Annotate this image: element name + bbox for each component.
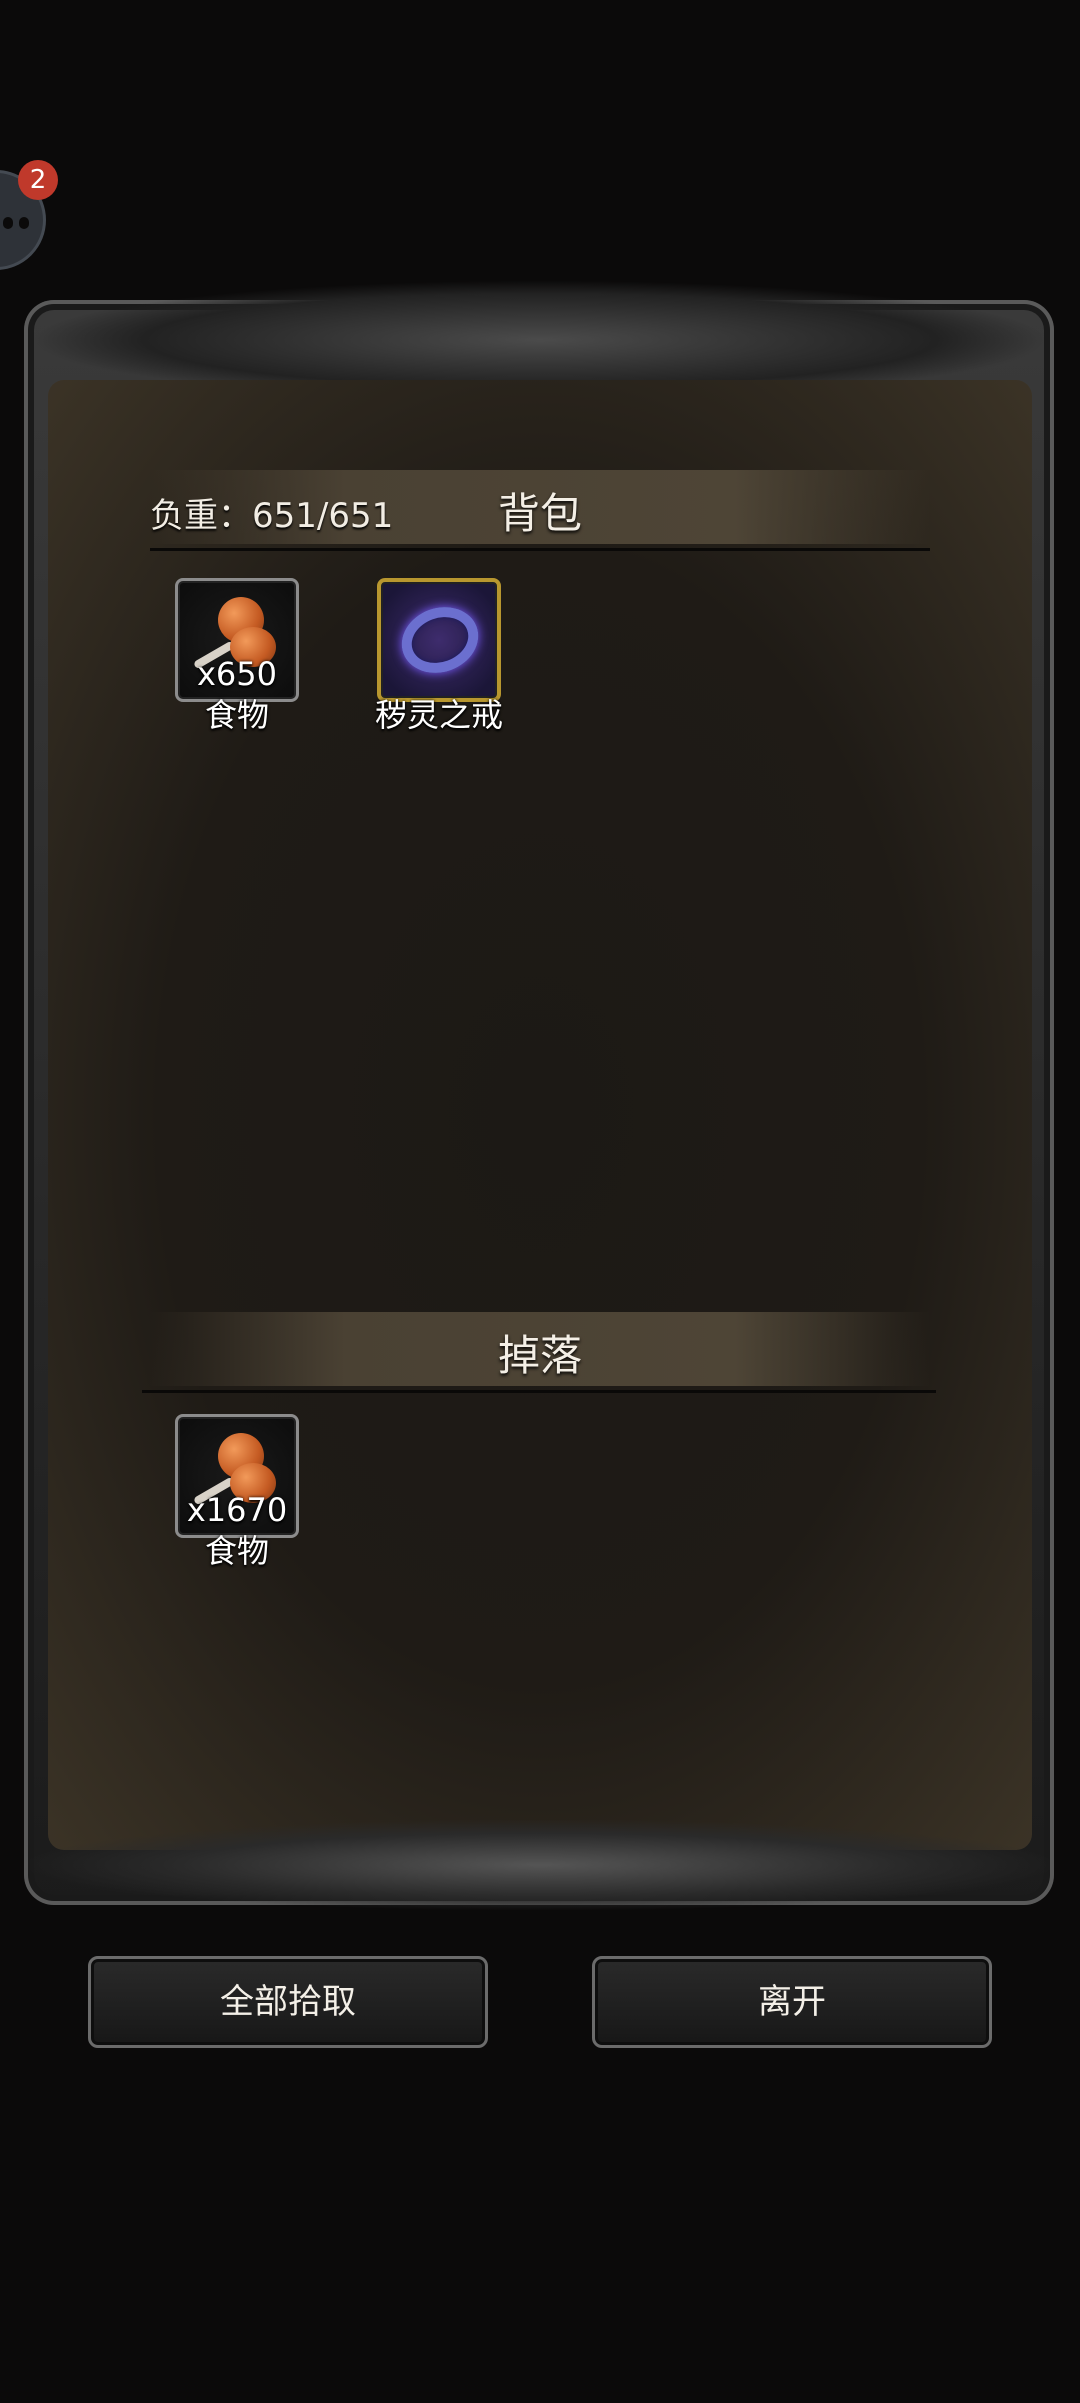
notification-badge: 2 (18, 160, 58, 200)
item-name: 食物 (204, 696, 269, 734)
backpack-header-divider (150, 548, 930, 551)
item-quantity: x1670 (186, 1491, 288, 1529)
drop-slot-food[interactable]: x1670 (175, 1414, 299, 1538)
item-name: 食物 (204, 1532, 269, 1570)
leave-button[interactable]: 离开 (592, 1956, 992, 2048)
pick-all-button[interactable]: 全部拾取 (88, 1956, 488, 2048)
item-name: 秽灵之戒 (374, 696, 503, 734)
weight-label: 负重：651/651 (150, 496, 394, 536)
drops-title: 掉落 (497, 1331, 582, 1380)
backpack-slot-ring[interactable] (377, 578, 501, 702)
frame-bottom-ornament (30, 1820, 1050, 1910)
avatar-eye-right (19, 217, 29, 229)
drops-header-divider (142, 1390, 936, 1393)
ring-icon (392, 596, 488, 684)
avatar-eye-left (3, 217, 13, 229)
item-quantity: x650 (196, 655, 277, 693)
backpack-slot-food[interactable]: x650 (175, 578, 299, 702)
